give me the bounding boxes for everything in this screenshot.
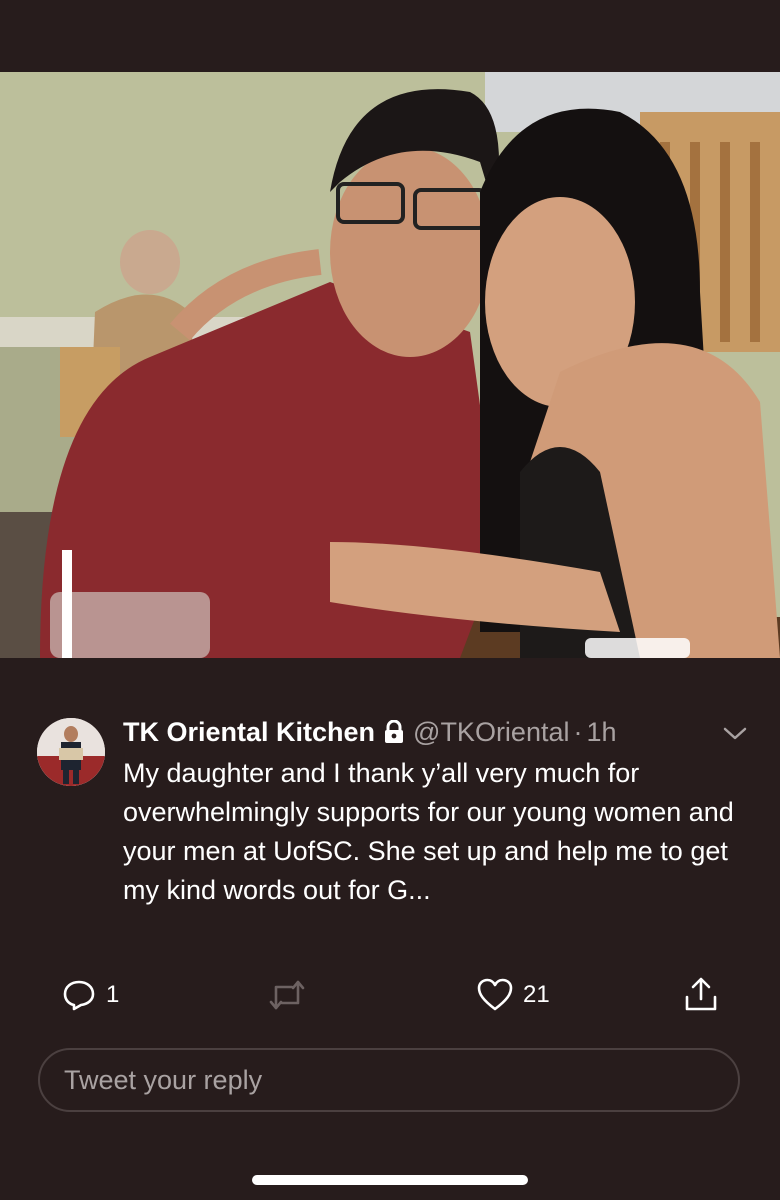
- author-name[interactable]: TK Oriental Kitchen: [123, 717, 375, 748]
- chevron-down-icon[interactable]: [722, 720, 748, 746]
- retweet-icon: [269, 980, 305, 1010]
- retweet-button[interactable]: [268, 972, 316, 1018]
- like-button[interactable]: 21: [477, 972, 550, 1018]
- author-handle[interactable]: @TKOriental: [413, 717, 569, 748]
- tweet-time: 1h: [586, 716, 617, 747]
- tweet-text: My daughter and I thank y’all very much …: [123, 758, 734, 905]
- like-count: 21: [523, 981, 550, 1008]
- share-button[interactable]: [684, 972, 718, 1018]
- reply-input-box[interactable]: [38, 1048, 740, 1112]
- reply-icon: [63, 980, 95, 1011]
- photo-illustration: [0, 72, 780, 658]
- share-icon: [685, 977, 717, 1011]
- avatar-icon: [37, 718, 105, 786]
- tweet-actions: 1 21: [0, 972, 780, 1018]
- separator-dot: ·: [573, 716, 583, 747]
- reply-button[interactable]: 1: [62, 972, 119, 1018]
- reply-input[interactable]: [62, 1063, 706, 1097]
- avatar[interactable]: [37, 718, 105, 786]
- reply-count: 1: [106, 981, 120, 1008]
- heart-icon: [477, 978, 513, 1011]
- tweet-header: TK Oriental Kitchen @TKOriental · 1h: [123, 714, 617, 750]
- home-indicator[interactable]: [252, 1175, 528, 1185]
- lock-icon: [383, 720, 405, 744]
- tweet-photo[interactable]: [0, 72, 780, 658]
